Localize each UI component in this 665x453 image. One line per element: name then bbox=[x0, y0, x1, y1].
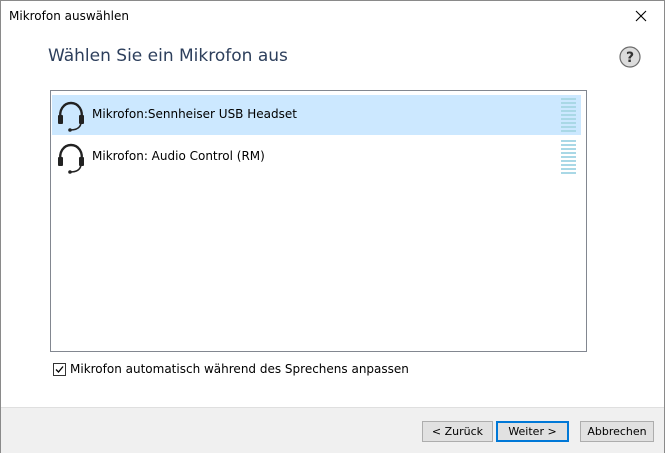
close-button[interactable] bbox=[618, 1, 664, 31]
headset-icon bbox=[58, 101, 84, 132]
close-icon bbox=[635, 10, 647, 22]
back-button[interactable]: < Zurück bbox=[422, 421, 493, 442]
headset-icon bbox=[58, 143, 84, 174]
svg-text:?: ? bbox=[626, 50, 634, 66]
list-item-microphone-1[interactable]: Mikrofon: Audio Control (RM) bbox=[52, 137, 581, 177]
page-heading: Wählen Sie ein Mikrofon aus bbox=[48, 46, 288, 66]
auto-adjust-label: Mikrofon automatisch während des Spreche… bbox=[70, 362, 409, 376]
microphone-list[interactable]: Mikrofon:Sennheiser USB Headset Mikrofon… bbox=[50, 90, 587, 352]
list-item-microphone-0[interactable]: Mikrofon:Sennheiser USB Headset bbox=[52, 95, 581, 135]
cancel-button[interactable]: Abbrechen bbox=[580, 421, 654, 442]
help-button[interactable]: ? bbox=[619, 46, 641, 68]
window-title: Mikrofon auswählen bbox=[9, 9, 129, 23]
button-bar: < Zurück Weiter > Abbrechen bbox=[1, 407, 664, 453]
level-meter bbox=[561, 140, 576, 176]
microphone-label: Mikrofon: Audio Control (RM) bbox=[92, 149, 265, 163]
title-bar: Mikrofon auswählen bbox=[1, 1, 664, 31]
level-meter bbox=[561, 98, 576, 134]
next-button[interactable]: Weiter > bbox=[496, 421, 569, 442]
help-icon: ? bbox=[619, 46, 641, 68]
auto-adjust-checkbox[interactable] bbox=[53, 362, 66, 376]
checkmark-icon bbox=[55, 365, 64, 373]
microphone-label: Mikrofon:Sennheiser USB Headset bbox=[92, 107, 297, 121]
auto-adjust-option[interactable]: Mikrofon automatisch während des Spreche… bbox=[53, 362, 409, 376]
dialog-window: Mikrofon auswählen Wählen Sie ein Mikrof… bbox=[0, 0, 665, 453]
